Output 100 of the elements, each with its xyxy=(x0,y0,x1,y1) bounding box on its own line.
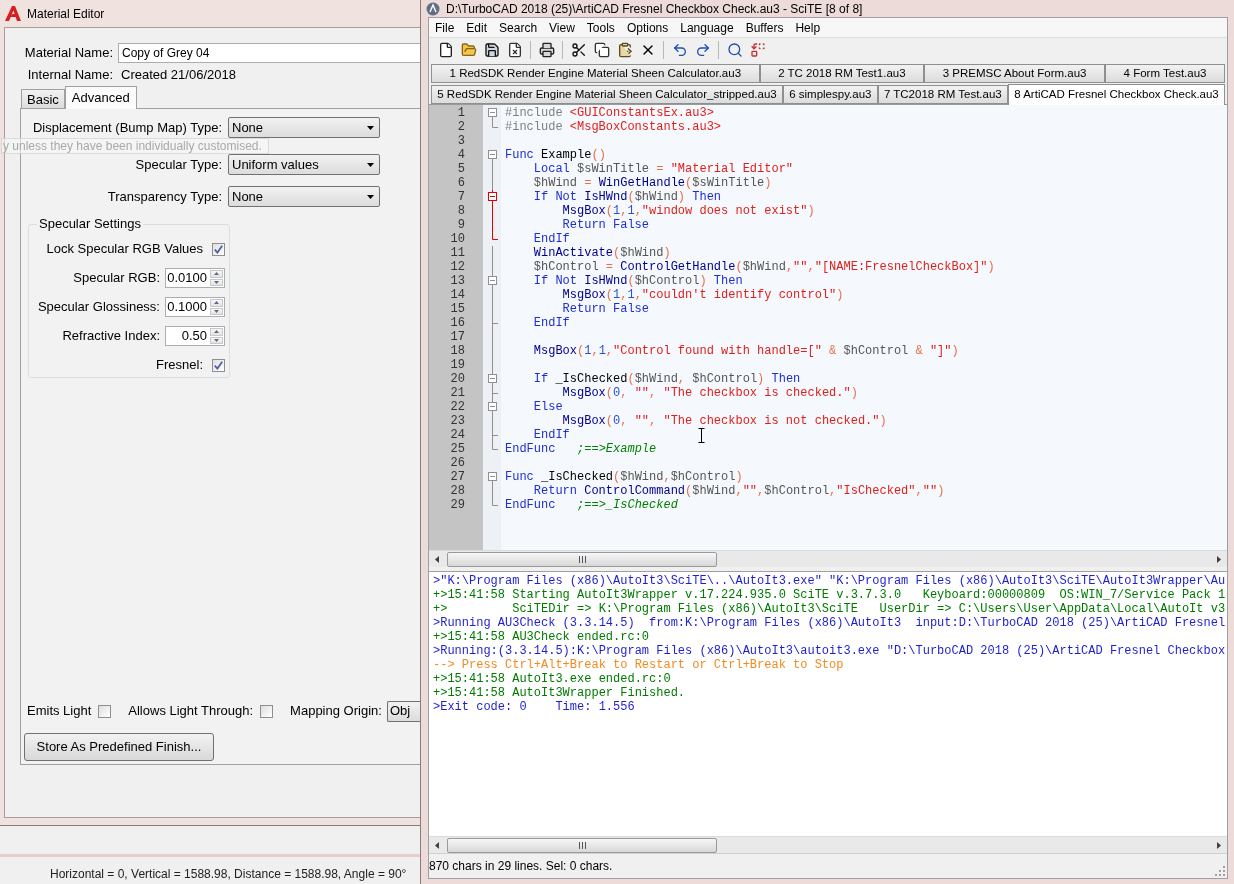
output-line: +>15:41:58 AutoIt3Wrapper Finished. xyxy=(433,686,686,700)
down-arrow-icon xyxy=(214,309,219,313)
menu-item[interactable]: Search xyxy=(493,18,544,37)
printer-icon[interactable] xyxy=(538,41,555,58)
checkbox[interactable] xyxy=(98,704,112,718)
horizontal-scrollbar[interactable] xyxy=(429,550,1227,567)
up-arrow-icon xyxy=(214,301,219,305)
tab[interactable]: 7 TC2018 RM Test.au3 xyxy=(877,85,1008,104)
search-icon[interactable] xyxy=(726,41,743,58)
checkmark-icon xyxy=(214,360,223,370)
dropdown[interactable]: Obj xyxy=(386,700,420,722)
status-text: 870 chars in 29 lines. Sel: 0 chars. xyxy=(429,858,613,875)
code-line: If Not IsHWnd($hWind) Then xyxy=(532,190,722,204)
menu-item[interactable]: View xyxy=(543,18,581,37)
code-line: If _IsChecked($hWind, $hControl) Then xyxy=(532,372,801,386)
field-label: Specular Glossiness: xyxy=(37,298,160,317)
tab[interactable]: 4 Form Test.au3 xyxy=(1105,64,1226,83)
tab[interactable]: 8 ArtiCAD Fresnel Checkbox Check.au3 xyxy=(1008,84,1226,105)
number-field[interactable]: 0.1000 xyxy=(165,297,225,317)
menu-item[interactable]: Tools xyxy=(580,18,621,37)
field-label: Fresnel: xyxy=(156,356,203,375)
down-arrow-icon xyxy=(214,338,219,342)
line-number: 4 xyxy=(457,148,465,162)
window-title: Material Editor xyxy=(27,5,105,23)
tab[interactable]: Basic xyxy=(21,89,65,108)
collapse-icon[interactable] xyxy=(488,108,497,117)
spin-down-button[interactable] xyxy=(210,307,223,315)
spin-up-button[interactable] xyxy=(210,299,223,307)
left-arrow-icon[interactable] xyxy=(435,555,439,563)
line-number: 10 xyxy=(450,232,465,246)
collapse-icon[interactable] xyxy=(488,192,497,201)
code-line: #include <GUIConstantsEx.au3> xyxy=(505,106,714,120)
collapse-icon[interactable] xyxy=(488,472,497,481)
output-line: +> SciTEDir => K:\Program Files (x86)\AutoIt3\SciTE UserDir => C:\Users\User\AppData\Local\AutoIt v3 xyxy=(433,602,1226,616)
tab[interactable]: 5 RedSDK Render Engine Material Sheen Calculator_stripped.au3 xyxy=(431,85,783,104)
line-number: 26 xyxy=(450,456,465,470)
spin-up-button[interactable] xyxy=(210,270,223,278)
scrollbar-thumb[interactable] xyxy=(447,837,717,853)
scrollbar-thumb[interactable] xyxy=(447,551,717,567)
collapse-icon[interactable] xyxy=(488,276,497,285)
copy-icon[interactable] xyxy=(593,41,610,58)
field-label: Transparency Type: xyxy=(106,187,222,206)
menu-item[interactable]: Edit xyxy=(460,18,494,37)
spin-down-button[interactable] xyxy=(210,336,223,344)
code-line: Return False xyxy=(561,302,650,316)
file-icon[interactable] xyxy=(437,41,454,58)
field-label: Specular Type: xyxy=(134,155,222,174)
tab[interactable]: 3 PREMSC About Form.au3 xyxy=(924,64,1106,83)
tab[interactable]: 2 TC 2018 RM Test1.au3 xyxy=(759,64,925,83)
line-number: 28 xyxy=(450,484,465,498)
file-x-icon[interactable] xyxy=(506,41,523,58)
code-line: $hControl = ControlGetHandle($hWind,"","[NAME:FresnelCheckBox]") xyxy=(532,260,995,274)
number-field[interactable]: 0.50 xyxy=(165,326,225,346)
menu-item[interactable]: Language xyxy=(674,18,740,37)
right-arrow-icon[interactable] xyxy=(1217,555,1221,563)
tab[interactable]: 1 RedSDK Render Engine Material Sheen Calculator.au3 xyxy=(431,64,760,83)
menu-item[interactable]: File xyxy=(429,18,461,37)
checkmark-icon xyxy=(214,244,223,254)
text-field[interactable]: Copy of Grey 04 xyxy=(118,43,420,63)
spin-up-button[interactable] xyxy=(210,328,223,336)
dropdown[interactable]: None xyxy=(228,186,380,207)
code-line: Func _IsChecked($hWind,$hControl) xyxy=(505,470,743,484)
collapse-icon[interactable] xyxy=(488,402,497,411)
checkbox[interactable] xyxy=(260,704,274,718)
down-arrow-icon xyxy=(214,280,219,284)
clipboard-icon[interactable] xyxy=(616,41,633,58)
collapse-icon[interactable] xyxy=(488,150,497,159)
redo-icon[interactable] xyxy=(694,41,711,58)
menu-item[interactable]: Help xyxy=(789,18,827,37)
code-line: EndFunc ;==>_IsChecked xyxy=(505,498,678,512)
checkbox[interactable] xyxy=(212,242,225,256)
replace-icon[interactable] xyxy=(749,41,766,58)
checkbox[interactable] xyxy=(212,358,225,372)
code-editor[interactable] xyxy=(429,104,1227,550)
line-number: 18 xyxy=(450,344,465,358)
left-arrow-icon[interactable] xyxy=(435,841,439,849)
undo-icon[interactable] xyxy=(671,41,688,58)
code-line: MsgBox(1,1,"couldn't identify control") xyxy=(561,288,844,302)
dropdown[interactable]: None xyxy=(228,117,380,138)
resize-grip-icon[interactable] xyxy=(1215,866,1225,876)
dropdown[interactable]: Uniform values xyxy=(228,154,380,175)
line-number: 14 xyxy=(450,288,465,302)
number-field[interactable]: 0.0100 xyxy=(165,268,225,288)
right-arrow-icon[interactable] xyxy=(1217,841,1221,849)
line-number: 12 xyxy=(450,260,465,274)
output-pane[interactable] xyxy=(429,571,1227,836)
store-finish-button[interactable]: Store As Predefined Finish... xyxy=(24,733,214,761)
menu-item[interactable]: Buffers xyxy=(739,18,790,37)
collapse-icon[interactable] xyxy=(488,374,497,383)
line-number: 9 xyxy=(457,218,465,232)
field-label: Specular RGB: xyxy=(73,269,160,288)
menu-item[interactable]: Options xyxy=(620,18,675,37)
tab[interactable]: Advanced xyxy=(64,86,137,109)
output-line: +>15:41:58 AU3Check ended.rc:0 xyxy=(433,630,650,644)
spin-down-button[interactable] xyxy=(210,278,223,286)
field-label: Internal Name: xyxy=(26,66,113,85)
scissors-icon[interactable] xyxy=(570,41,587,58)
horizontal-scrollbar[interactable] xyxy=(429,836,1227,853)
folder-icon[interactable] xyxy=(460,41,477,58)
tab[interactable]: 6 simplespy.au3 xyxy=(782,85,878,104)
